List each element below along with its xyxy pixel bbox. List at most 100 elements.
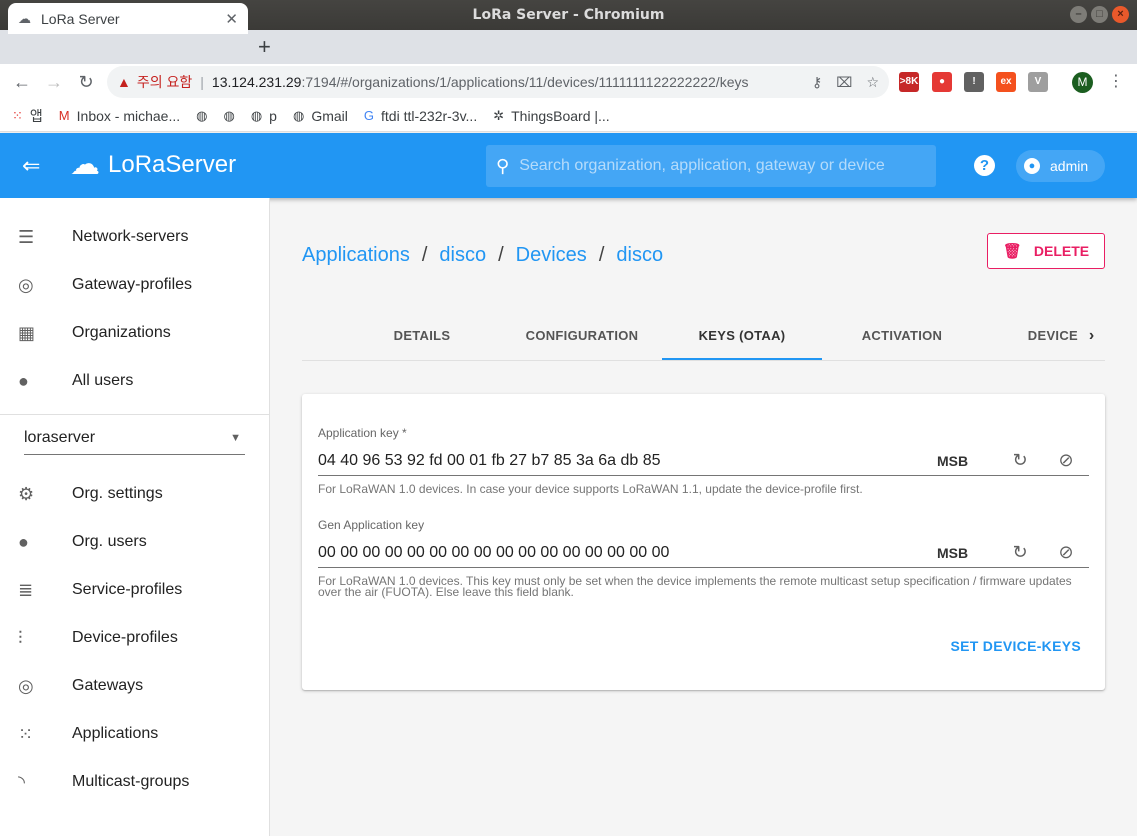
app-key-label: Application key * [318,426,407,440]
gen-app-key-help: For LoRaWAN 1.0 devices. This key must o… [318,574,1072,599]
organization-select[interactable]: loraserver ▼ [24,422,245,455]
dropdown-arrow-icon: ▼ [230,432,241,444]
regenerate-icon[interactable]: ↻ [997,450,1043,471]
bookmark-item[interactable]: Gftdi ttl-232r-3v... [364,108,477,124]
user-menu-button[interactable]: ● admin [1016,150,1105,182]
tab-close-icon[interactable]: ✕ [225,10,238,28]
new-tab-icon[interactable]: + [258,33,271,61]
visibility-off-icon[interactable]: ⊘ [1043,450,1089,471]
app-bar: ⇐ ☁ LoRaServer ⚲ ? ● admin [0,133,1137,198]
tab-details[interactable]: DETAILS [342,312,502,360]
gen-app-key-byte-order-toggle[interactable]: MSB [937,545,997,561]
tab-keys-otaa[interactable]: KEYS (OTAA) [662,312,822,360]
help-icon[interactable]: ? [974,155,995,176]
sidebar-item-label: All users [72,372,134,389]
sidebar-item-org-settings[interactable]: ⚙ Org. settings [0,470,269,518]
sidebar-item-label: Device-profiles [72,629,178,646]
favicon-icon: ☁ [18,10,31,26]
organization-select-value: loraserver [24,429,96,446]
extension-ex-icon[interactable]: ex [996,72,1016,92]
device-tabs: DEVICE ACTIVATION KEYS (OTAA) CONFIGURATION… [302,312,1105,361]
sidebar-item-organizations[interactable]: ▦ Organizations [0,309,269,357]
extension-info-icon[interactable]: ! [964,72,984,92]
sidebar-item-label: Org. users [72,533,147,550]
bookmark-item[interactable]: ✲ ThingsBoard |... [493,108,609,124]
sidebar-item-service-profiles[interactable]: ≣ Service-profiles [0,566,269,614]
url-host: 13.124.231.29 [211,74,302,90]
minimize-icon[interactable]: – [1070,6,1087,23]
sidebar-divider [0,414,269,415]
url-path: :7194/#/organizations/1/applications/11/… [301,74,749,90]
globe-icon: ◍ [196,107,208,123]
extension-adblock-icon[interactable]: ● [932,72,952,92]
breadcrumb-link[interactable]: disco [616,244,663,267]
search-input[interactable] [519,157,920,175]
address-divider: | [200,74,204,90]
sidebar-item-gateways[interactable]: ◎ Gateways [0,662,269,710]
sidebar-item-multicast-groups[interactable]: ◝ Multicast-groups [0,758,269,806]
apps-grid-icon: ⁙ [12,107,23,123]
bookmark-item[interactable]: ◍ p [251,108,277,124]
browser-menu-icon[interactable]: ⋮ [1108,71,1124,91]
forward-icon[interactable]: → [42,70,66,94]
globe-icon: ◍ [250,107,263,123]
window-title: LoRa Server - Chromium [472,7,665,23]
trash-icon: 🗑 [1002,243,1022,260]
key-icon[interactable]: ⚷ [812,74,822,91]
tab-activation[interactable]: ACTIVATION [822,312,982,360]
app-logo[interactable]: ☁ LoRaServer [70,147,236,182]
close-window-icon[interactable]: × [1112,6,1129,23]
sidebar-item-label: Multicast-groups [72,773,190,790]
account-icon: ● [1024,158,1040,174]
app-key-input[interactable]: 04 40 96 53 92 fd 00 01 fb 27 b7 85 3a 6… [318,452,937,470]
extension-v-icon[interactable]: V [1028,72,1048,92]
sidebar-item-label: Gateway-profiles [72,276,193,293]
tab-configuration[interactable]: CONFIGURATION [502,312,662,360]
sidebar-item-network-servers[interactable]: ☰ Network-servers [0,213,269,261]
bookmark-label: Inbox - michae... [76,107,181,124]
bookmark-label: ThingsBoard |... [511,107,610,124]
gmail-icon: M [58,108,70,123]
breadcrumb-link[interactable]: Applications [302,244,410,267]
thingsboard-icon: ✲ [493,107,505,123]
sidebar-item-applications[interactable]: ⁙ Applications [0,710,269,758]
extension-8k-icon[interactable]: >8K [899,72,919,92]
drawer-toggle-icon[interactable]: ⇐ [22,153,40,179]
bookmark-item[interactable]: ◍ [196,108,207,124]
gen-app-key-field: Gen Application key 00 00 00 00 00 00 00… [318,518,1089,598]
gen-app-key-input[interactable]: 00 00 00 00 00 00 00 00 00 00 00 00 00 0… [318,544,937,562]
maximize-icon[interactable]: □ [1091,6,1108,23]
person-icon: ● [18,531,29,552]
bookmark-item[interactable]: ◍ [223,108,234,124]
bookmark-item[interactable]: ⁙ 앱 [12,106,43,126]
delete-button[interactable]: 🗑 DELETE [987,233,1105,269]
sidebar-item-label: Org. settings [72,485,163,502]
breadcrumb-link[interactable]: Devices [516,244,587,267]
app-key-byte-order-toggle[interactable]: MSB [937,453,997,469]
sidebar-item-label: Service-profiles [72,581,183,598]
star-icon[interactable]: ☆ [866,74,879,91]
bookmarks-bar: ⁙ 앱 M Inbox - michae... ◍ ◍ ◍ p ◍ Gmail Gftdi ttl-… [0,100,1137,132]
profile-avatar[interactable]: M [1072,72,1093,93]
sidebar-item-org-users[interactable]: ● Org. users [0,518,269,566]
regenerate-icon[interactable]: ↻ [997,542,1043,563]
bookmark-item[interactable]: M Inbox - michae... [59,108,180,124]
sidebar-item-device-profiles[interactable]: ⫶ Device-profiles [0,614,269,662]
tabs-scroll-right-icon[interactable]: › [1078,312,1105,360]
address-bar[interactable]: ▲ 주의 요함 | 13.124.231.29 :7194/#/organiza… [107,66,889,98]
set-device-keys-button[interactable]: SET DEVICE-KEYS [950,638,1081,654]
browser-tab[interactable]: ☁ LoRa Server ✕ [8,3,248,34]
sidebar: ☰ Network-servers ◎ Gateway-profiles ▦ Organi… [0,198,270,836]
gen-app-key-input-row: 00 00 00 00 00 00 00 00 00 00 00 00 00 0… [318,538,1089,568]
breadcrumb-link[interactable]: disco [439,244,486,267]
translate-icon[interactable]: ⌧ [836,74,852,91]
sidebar-item-all-users[interactable]: ● All users [0,357,269,405]
global-search: ⚲ [486,145,936,187]
back-icon[interactable]: ← [10,70,34,94]
reload-icon[interactable]: ↻ [74,70,98,94]
bookmark-item[interactable]: ◍ Gmail [293,108,348,124]
apps-icon: ⁙ [18,723,34,744]
visibility-off-icon[interactable]: ⊘ [1043,542,1089,563]
sidebar-item-gateway-profiles[interactable]: ◎ Gateway-profiles [0,261,269,309]
tab-device[interactable]: DEVICE [982,312,1078,360]
